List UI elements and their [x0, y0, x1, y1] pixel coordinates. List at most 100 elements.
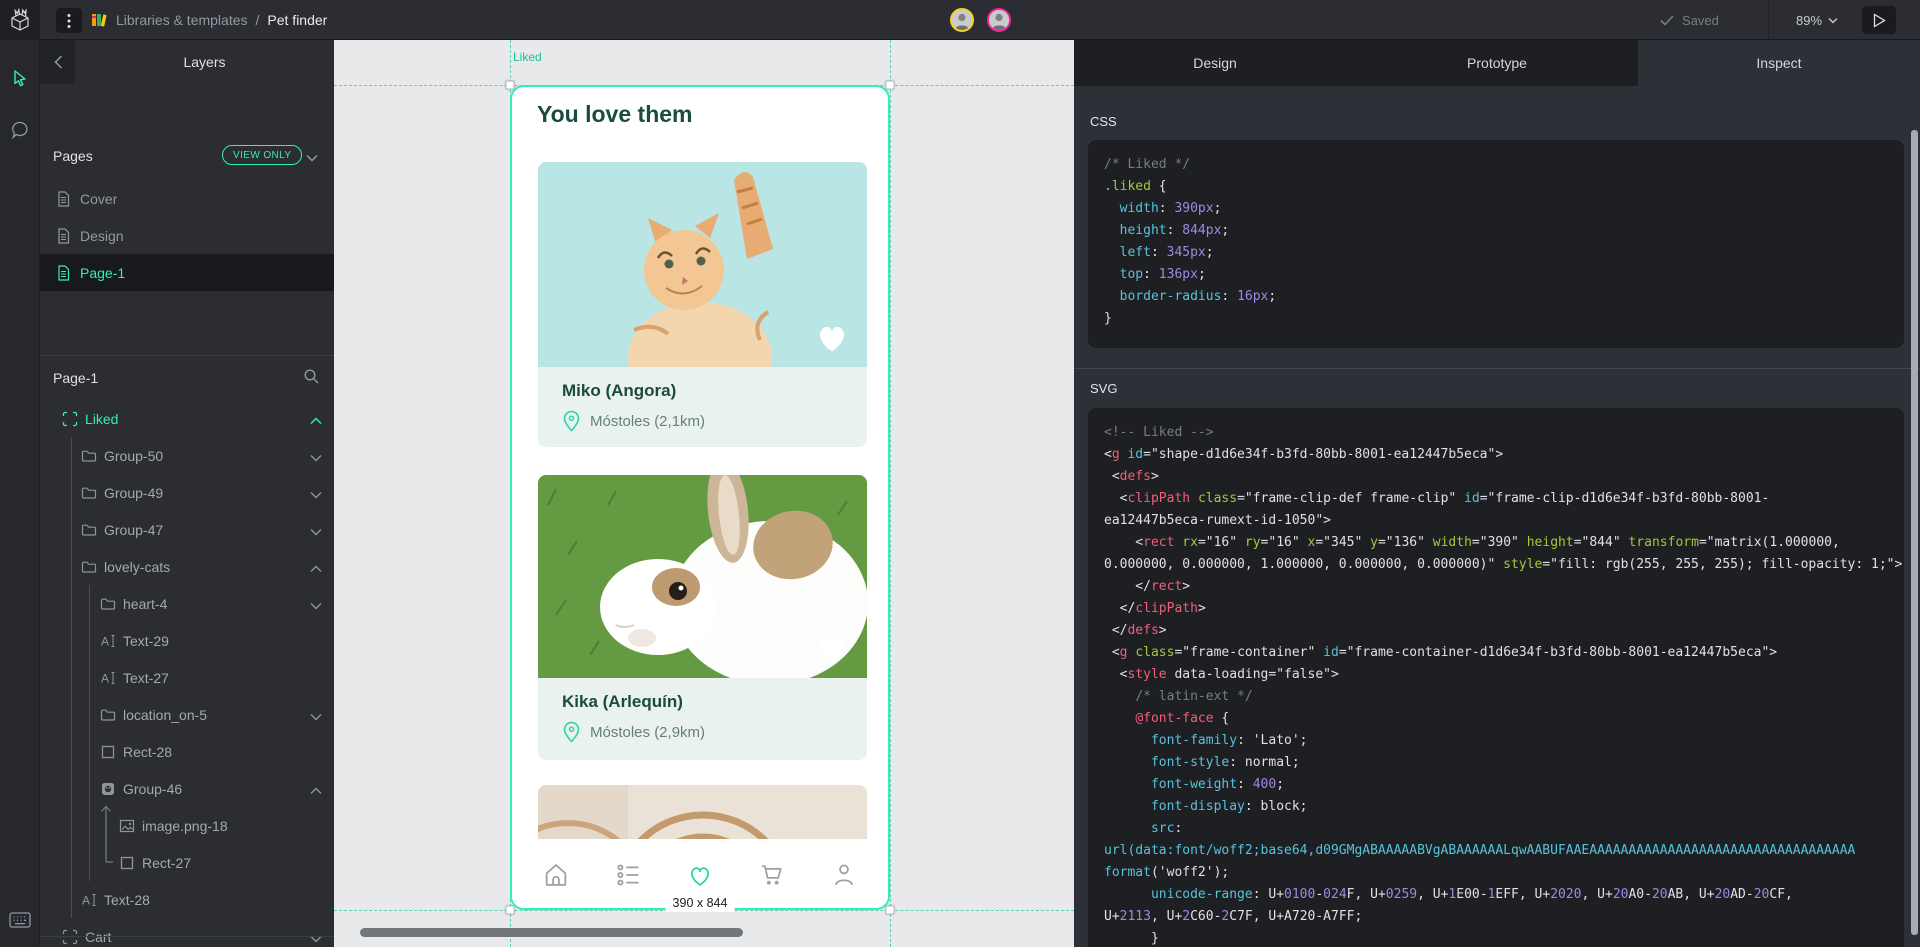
favorite-heart-icon [813, 319, 851, 353]
chevron-up-icon [310, 565, 322, 573]
layer-item-text-27[interactable]: AText-27 [40, 659, 334, 696]
layer-item-location_on-5[interactable]: location_on-5 [40, 696, 334, 733]
favorite-button[interactable] [813, 630, 851, 664]
resize-handle-nw[interactable] [506, 81, 515, 90]
breadcrumb-file-name[interactable]: Pet finder [267, 12, 327, 28]
pet-card[interactable]: Kika (Arlequín)Móstoles (2,9km) [538, 475, 867, 760]
view-mode-button[interactable] [1862, 6, 1896, 34]
layer-toggle[interactable] [310, 486, 322, 502]
breadcrumb-library[interactable]: Libraries & templates [116, 12, 248, 28]
page-icon [56, 228, 71, 244]
avatar-photo [989, 10, 1009, 30]
shortcuts-button[interactable] [8, 908, 32, 932]
code-line: U+2113, U+2C60-2C7F, U+A720-A7FF; [1104, 906, 1888, 928]
search-layers-button[interactable] [303, 368, 320, 390]
page-label: Page-1 [80, 265, 125, 281]
layer-item-group-47[interactable]: Group-47 [40, 511, 334, 548]
chevron-down-icon [310, 528, 322, 536]
layer-toggle[interactable] [310, 523, 322, 539]
layer-label: image.png-18 [142, 818, 228, 834]
layer-item-group-46[interactable]: Group-46 [40, 770, 334, 807]
layer-toggle[interactable] [310, 560, 322, 576]
layer-item-liked[interactable]: Liked [40, 400, 334, 437]
layer-item-cart[interactable]: Cart [40, 918, 334, 947]
tab-inspect[interactable]: Inspect [1638, 40, 1920, 86]
nav-home-icon[interactable] [542, 861, 570, 889]
pet-location: Móstoles (2,1km) [562, 410, 867, 432]
zoom-level[interactable]: 89% [1796, 13, 1822, 28]
snap-guide-right [890, 40, 891, 947]
code-line: url(data:font/woff2;base64,d09GMgABAAAAA… [1104, 840, 1888, 862]
page-item-design[interactable]: Design [40, 217, 334, 254]
nav-cart-icon[interactable] [758, 861, 786, 889]
layer-label: Liked [85, 411, 118, 427]
page-icon [56, 265, 71, 281]
inspect-panel-scrollbar[interactable] [1911, 130, 1918, 935]
main-menu-button[interactable] [56, 8, 82, 33]
layer-item-group-50[interactable]: Group-50 [40, 437, 334, 474]
layer-item-image.png-18[interactable]: image.png-18 [40, 807, 334, 844]
layer-tree: Liked Group-50Group-49Group-47lovely-cats… [40, 400, 334, 946]
layers-panel: Layers Pages VIEW ONLY CoverDesignPage-1… [40, 40, 334, 947]
layer-item-text-29[interactable]: AText-29 [40, 622, 334, 659]
svg-text:A: A [101, 671, 109, 685]
code-line: border-radius: 16px; [1104, 286, 1888, 308]
tab-design[interactable]: Design [1074, 40, 1356, 86]
code-line: width: 390px; [1104, 198, 1888, 220]
code-line: <!-- Liked --> [1104, 422, 1888, 444]
tab-prototype[interactable]: Prototype [1356, 40, 1638, 86]
resize-handle-ne[interactable] [886, 81, 895, 90]
search-icon [303, 368, 320, 385]
pages-collapse-button[interactable] [306, 149, 318, 167]
app-logo[interactable] [0, 0, 40, 40]
layer-toggle[interactable] [310, 412, 322, 428]
layer-toggle[interactable] [310, 708, 322, 724]
canvas-horizontal-scrollbar[interactable] [360, 928, 743, 937]
comments-tool-button[interactable] [8, 118, 32, 142]
layer-toggle[interactable] [310, 597, 322, 613]
avatar-user-1[interactable] [950, 8, 974, 32]
nav-profile-icon[interactable] [830, 861, 858, 889]
location-pin-icon [562, 721, 581, 743]
comment-icon [10, 120, 30, 140]
layer-item-rect-27[interactable]: Rect-27 [40, 844, 334, 881]
liked-frame[interactable]: You love them Miko (Angora)Móstoles (2,1… [510, 85, 890, 910]
play-icon [1873, 13, 1886, 28]
canvas-viewport[interactable]: Liked You love them Miko (Angora)Móstole… [334, 40, 1074, 947]
layer-toggle[interactable] [310, 449, 322, 465]
svg-code-block[interactable]: <!-- Liked --><g id="shape-d1d6e34f-b3fd… [1088, 408, 1904, 947]
frame-name-label[interactable]: Liked [513, 50, 542, 64]
layer-toggle[interactable] [310, 930, 322, 946]
code-line: </defs> [1104, 620, 1888, 642]
avatar-user-2[interactable] [987, 8, 1011, 32]
collapse-panel-button[interactable] [46, 50, 70, 74]
home-icon [542, 861, 570, 889]
avatar-photo [952, 10, 972, 30]
nav-list-icon[interactable] [614, 861, 642, 889]
page-item-cover[interactable]: Cover [40, 180, 334, 217]
pointer-tool-button[interactable] [8, 66, 32, 90]
zoom-control[interactable]: 89% [1796, 0, 1838, 40]
resize-handle-se[interactable] [886, 906, 895, 915]
layer-item-group-49[interactable]: Group-49 [40, 474, 334, 511]
tab-layers[interactable]: Layers [75, 40, 334, 84]
code-line: <g class="frame-container" id="frame-con… [1104, 642, 1888, 664]
topbar-divider [1768, 0, 1769, 40]
heart-icon [686, 861, 714, 889]
layer-item-rect-28[interactable]: Rect-28 [40, 733, 334, 770]
favorite-heart-icon [813, 630, 851, 664]
css-code-block[interactable]: /* Liked */.liked { width: 390px; height… [1088, 140, 1904, 348]
layer-item-heart-4[interactable]: heart-4 [40, 585, 334, 622]
pet-card[interactable]: Miko (Angora)Móstoles (2,1km) [538, 162, 867, 447]
favorite-button[interactable] [813, 319, 851, 353]
page-item-page-1[interactable]: Page-1 [40, 254, 334, 291]
layer-item-lovely-cats[interactable]: lovely-cats [40, 548, 334, 585]
group-icon [81, 559, 97, 575]
layer-label: Rect-27 [142, 855, 191, 871]
nav-heart-icon[interactable] [686, 861, 714, 889]
layer-toggle[interactable] [310, 782, 322, 798]
resize-handle-sw[interactable] [506, 906, 515, 915]
code-line: } [1104, 928, 1888, 947]
layer-item-text-28[interactable]: AText-28 [40, 881, 334, 918]
code-line: <g id="shape-d1d6e34f-b3fd-80bb-8001-ea1… [1104, 444, 1888, 466]
